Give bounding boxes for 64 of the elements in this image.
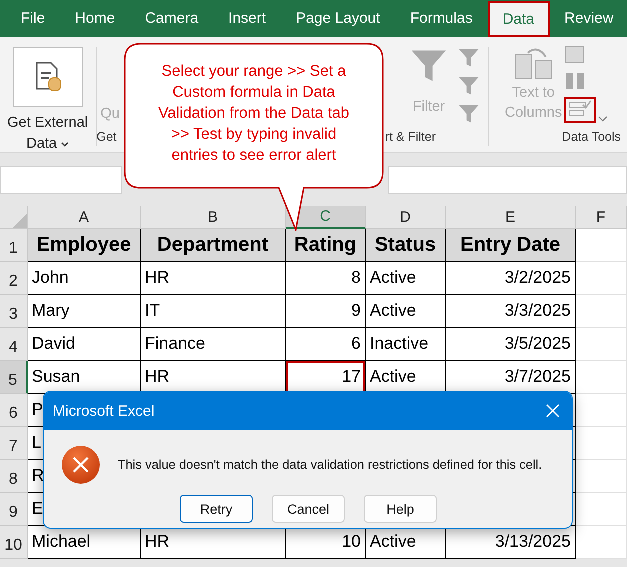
column-header[interactable]: F xyxy=(576,206,627,229)
table-cell: Michael xyxy=(28,526,141,559)
table-cell: Active xyxy=(366,526,446,559)
corner-triangle-icon xyxy=(13,214,27,228)
header-cell: Rating xyxy=(286,229,366,262)
dialog-button[interactable]: Cancel xyxy=(272,495,345,523)
ribbon-tab[interactable]: Review xyxy=(550,0,627,37)
row-header[interactable]: 5 xyxy=(0,361,28,394)
table-cell: Inactive xyxy=(366,328,446,361)
table-cell: 6 xyxy=(286,328,366,361)
table-cell: IT xyxy=(141,295,286,328)
row-header[interactable]: 4 xyxy=(0,328,28,361)
row-header[interactable]: 6 xyxy=(0,394,28,427)
ribbon-tab[interactable]: Page Layout xyxy=(281,0,396,37)
row-header[interactable]: 1 xyxy=(0,229,28,262)
table-cell: 17 xyxy=(286,361,366,394)
table-cell: Susan xyxy=(28,361,141,394)
table-cell: 9 xyxy=(286,295,366,328)
ribbon-tab[interactable]: Data xyxy=(488,1,550,37)
table-cell: HR xyxy=(141,262,286,295)
table-cell: Active xyxy=(366,295,446,328)
table-cell: 3/3/2025 xyxy=(446,295,576,328)
row-header[interactable]: 7 xyxy=(0,427,28,460)
data-validation-button[interactable] xyxy=(564,97,596,123)
table-cell: David xyxy=(28,328,141,361)
group-label: Data Tools xyxy=(562,130,622,146)
close-icon[interactable] xyxy=(546,404,560,418)
caret-icon xyxy=(61,142,70,148)
row-header[interactable]: 8 xyxy=(0,460,28,493)
row-header[interactable]: 9 xyxy=(0,493,28,526)
group-label: rt & Filter xyxy=(385,130,436,146)
header-cell: Entry Date xyxy=(446,229,576,262)
table-cell: Active xyxy=(366,262,446,295)
table-cell: 10 xyxy=(286,526,366,559)
group-label: Get xyxy=(96,130,117,146)
column-header[interactable]: D xyxy=(366,206,446,229)
header-cell: Employee xyxy=(28,229,141,262)
table-cell: 3/13/2025 xyxy=(446,526,576,559)
row-header[interactable]: 10 xyxy=(0,526,28,559)
ribbon-tab[interactable]: Home xyxy=(60,0,130,37)
header-cell: Status xyxy=(366,229,446,262)
column-header[interactable]: E xyxy=(446,206,576,229)
ribbon-tab[interactable]: File xyxy=(6,0,60,37)
dialog-button[interactable]: Retry xyxy=(180,495,253,523)
table-cell: John xyxy=(28,262,141,295)
dialog-button[interactable]: Help xyxy=(364,495,437,523)
get-external-data-button[interactable]: Get External Data xyxy=(8,47,88,155)
header-cell: Department xyxy=(141,229,286,262)
ribbon-tab[interactable]: Formulas xyxy=(395,0,488,37)
row-header[interactable]: 3 xyxy=(0,295,28,328)
table-cell: 3/5/2025 xyxy=(446,328,576,361)
row-header[interactable]: 2 xyxy=(0,262,28,295)
table-cell: HR xyxy=(141,526,286,559)
table-cell: Mary xyxy=(28,295,141,328)
column-header[interactable]: A xyxy=(28,206,141,229)
ribbon-tab[interactable]: Insert xyxy=(214,0,282,37)
callout-text: Select your range >> Set a Custom formula in Data Validation from the Data tab >> Test by typing invalid entries to see error alert xyxy=(158,62,350,166)
ribbon-tab[interactable]: Camera xyxy=(130,0,214,37)
table-cell: Finance xyxy=(141,328,286,361)
column-header[interactable]: B xyxy=(141,206,286,229)
table-cell: 8 xyxy=(286,262,366,295)
dropdown-caret-icon[interactable] xyxy=(598,115,608,123)
table-cell: 3/2/2025 xyxy=(446,262,576,295)
error-icon xyxy=(61,445,101,485)
